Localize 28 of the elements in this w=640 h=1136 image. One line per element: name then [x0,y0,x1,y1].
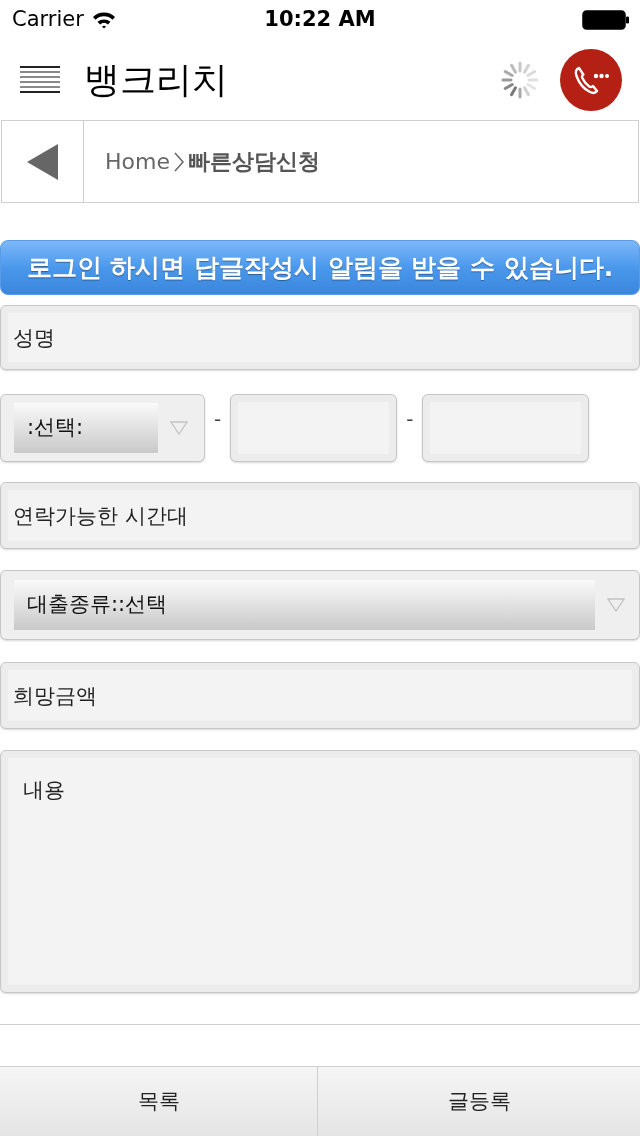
loading-spinner-icon [500,60,540,100]
text-field[interactable]: 희망금액 [0,662,640,729]
dash-separator: - [406,406,414,433]
clock-time: 10:22 AM [264,6,376,34]
back-triangle-icon [26,143,59,180]
chevron-right-icon [173,151,184,172]
dropdown[interactable]: 대출종류::선택 [0,570,640,640]
text-field[interactable]: 성명 [0,305,640,370]
text-field[interactable]: 연락가능한 시간대 [0,482,640,549]
list-button[interactable]: 목록 [0,1067,318,1136]
current-page: 빠른상담신청 [187,148,320,176]
home-link[interactable]: Home [105,145,170,178]
app-title: 뱅크리치 [84,62,228,98]
phone-icon [573,64,609,96]
battery-icon [582,10,630,30]
submit-button[interactable]: 글등록 [318,1067,640,1136]
caret-icon [607,598,625,612]
menu-icon [20,66,60,94]
dash-separator: - [214,406,222,433]
text-area[interactable]: 내용 [0,750,640,993]
wifi-icon [91,11,116,29]
dropdown[interactable]: :선택: [0,394,205,462]
phone-field[interactable] [230,394,398,462]
phone-field[interactable] [422,394,590,462]
login-notice-banner: 로그인 하시면 답글작성시 알림을 받을 수 있습니다. [0,240,640,295]
caret-icon [170,421,188,435]
menu-button[interactable] [20,65,60,95]
carrier-name: Carrier [12,6,84,34]
